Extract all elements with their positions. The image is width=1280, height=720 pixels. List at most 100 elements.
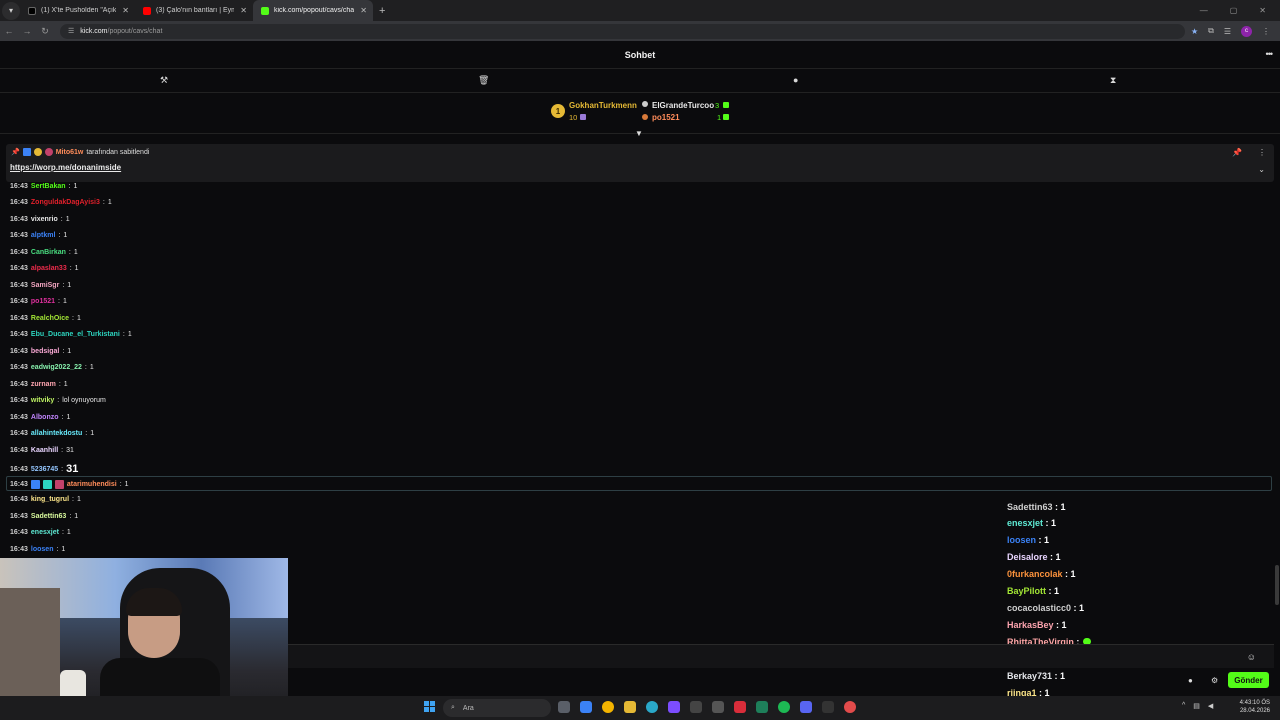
message-text: 1: [66, 529, 71, 536]
app-icon[interactable]: [756, 701, 768, 713]
network-icon[interactable]: ▤: [1193, 702, 1200, 710]
message-separator: :: [72, 496, 74, 503]
message-username[interactable]: SamiSgr: [31, 282, 59, 289]
media-icon[interactable]: ☰: [1224, 27, 1231, 36]
app-icon[interactable]: [844, 701, 856, 713]
collapse-icon[interactable]: ▼: [635, 129, 643, 138]
message-username[interactable]: Sadettin63: [31, 513, 66, 520]
chat-bubble-icon[interactable]: ●: [1188, 676, 1193, 685]
message-separator: :: [72, 315, 74, 322]
url-host: kick.com: [80, 27, 108, 35]
app-icon[interactable]: [734, 701, 746, 713]
trash-icon[interactable]: 🗑: [478, 75, 489, 86]
message-username[interactable]: po1521: [31, 298, 55, 305]
message-username[interactable]: alptkml: [31, 232, 56, 239]
pinned-menu-icon[interactable]: ⋮: [1258, 148, 1266, 157]
message-username[interactable]: bedsigal: [31, 348, 59, 355]
third-user[interactable]: po1521: [652, 113, 680, 122]
overlay-text: 1: [1044, 535, 1050, 545]
file-explorer-icon[interactable]: [624, 701, 636, 713]
hourglass-icon[interactable]: ⧗: [1110, 75, 1116, 86]
message-text: 1: [127, 331, 132, 338]
message-username[interactable]: ZonguldakDagAyisi3: [31, 199, 100, 206]
message-username[interactable]: atarimuhendisi: [67, 481, 117, 488]
forward-icon[interactable]: →: [18, 26, 36, 36]
site-info-icon[interactable]: ☰: [68, 27, 74, 35]
app-icon[interactable]: [668, 701, 680, 713]
app-icon[interactable]: [646, 701, 658, 713]
message-username[interactable]: SertBakan: [31, 183, 66, 190]
hammer-icon[interactable]: ⚒: [160, 75, 168, 86]
edge-icon[interactable]: [580, 701, 592, 713]
chat-input[interactable]: ☺: [288, 644, 1274, 668]
message-time: 16:43: [10, 397, 28, 404]
message-username[interactable]: 5236745: [31, 466, 58, 473]
app-icon[interactable]: [712, 701, 724, 713]
pinner-user[interactable]: Mito61w: [56, 149, 84, 156]
unpin-icon[interactable]: 📌: [1232, 148, 1242, 157]
message-username[interactable]: Kaanhill: [31, 447, 58, 454]
medal-icon: [642, 114, 648, 120]
message-username[interactable]: RealchOice: [31, 315, 69, 322]
task-view-icon[interactable]: [558, 701, 570, 713]
settings-gear-icon[interactable]: ⚙: [1211, 676, 1218, 685]
message-username[interactable]: eadwig2022_22: [31, 364, 82, 371]
windows-start-icon[interactable]: [424, 701, 436, 713]
chat-title: Sohbet: [624, 49, 656, 60]
message-username[interactable]: loosen: [31, 546, 54, 553]
back-icon[interactable]: ←: [0, 26, 18, 36]
message-username[interactable]: Albonzo: [31, 414, 59, 421]
close-tab-icon[interactable]: ✕: [122, 6, 129, 15]
message-username[interactable]: zurnam: [31, 381, 56, 388]
browser-tab-x[interactable]: (1) X'te Pusholden "Açık grevi ✕: [20, 0, 135, 21]
app-icon[interactable]: [800, 701, 812, 713]
app-icon[interactable]: [822, 701, 834, 713]
taskbar-clock[interactable]: 4:43:10 ÖS 28.04.2026: [1240, 699, 1270, 715]
message-username[interactable]: enesxjet: [31, 529, 59, 536]
tab-search-icon[interactable]: ▾: [2, 1, 20, 20]
overlay-username: HarkasBey: [1007, 620, 1054, 630]
close-tab-icon[interactable]: ✕: [360, 6, 367, 15]
message-username[interactable]: CanBirkan: [31, 249, 66, 256]
browser-tab-kick[interactable]: kick.com/popout/cavs/chat ✕: [253, 0, 373, 21]
chat-bubble-icon[interactable]: ●: [793, 75, 798, 85]
message-username[interactable]: king_tugrul: [31, 496, 69, 503]
taskbar-search[interactable]: ⌕ Ara: [443, 699, 551, 717]
pinned-by-text: tarafından sabitlendi: [86, 148, 150, 156]
send-button[interactable]: Gönder: [1228, 672, 1269, 688]
close-window-icon[interactable]: ✕: [1259, 6, 1266, 15]
expand-pinned-icon[interactable]: ⌄: [1258, 165, 1265, 174]
message-username[interactable]: witviky: [31, 397, 54, 404]
profile-avatar[interactable]: c: [1241, 25, 1252, 37]
message-username[interactable]: allahintekdostu: [31, 430, 82, 437]
pinned-link[interactable]: https://worp.me/donanimside: [10, 163, 121, 172]
message-time: 16:43: [10, 331, 28, 338]
message-username[interactable]: vixenrio: [31, 216, 58, 223]
message-text: 1: [77, 315, 81, 322]
app-icon[interactable]: [690, 701, 702, 713]
minimize-icon[interactable]: —: [1200, 6, 1208, 15]
close-tab-icon[interactable]: ✕: [240, 6, 247, 15]
chrome-icon[interactable]: [602, 701, 614, 713]
emoji-icon[interactable]: ☺: [1247, 652, 1256, 662]
browser-tab-youtube[interactable]: (3) Çalo'nın bantları | Eymür, ... ✕: [135, 0, 253, 21]
chat-message: 16:43 loosen:1: [10, 546, 65, 553]
spotify-icon[interactable]: [778, 701, 790, 713]
browser-menu-icon[interactable]: ⋮: [1262, 27, 1270, 36]
chat-menu-icon[interactable]: •••: [1266, 49, 1274, 59]
system-tray: ^ ▤ ◀: [1182, 702, 1213, 710]
volume-icon[interactable]: ◀: [1208, 702, 1213, 710]
scrollbar[interactable]: [1275, 565, 1279, 605]
reload-icon[interactable]: ↻: [36, 26, 54, 37]
leader-user[interactable]: GokhanTurkmenn: [569, 101, 637, 110]
message-text: 1: [65, 216, 70, 223]
bookmark-star-icon[interactable]: ★: [1191, 27, 1198, 36]
message-username[interactable]: Ebu_Ducane_el_Turkistani: [31, 331, 120, 338]
second-user[interactable]: ElGrandeTurcoo: [652, 101, 714, 110]
new-tab-button[interactable]: +: [379, 5, 385, 17]
chevron-up-icon[interactable]: ^: [1182, 702, 1185, 710]
message-username[interactable]: alpaslan33: [31, 265, 67, 272]
maximize-icon[interactable]: ▢: [1230, 6, 1238, 15]
url-field[interactable]: ☰ kick.com/popout/cavs/chat: [60, 23, 1185, 39]
extensions-icon[interactable]: ⧉: [1208, 26, 1214, 36]
